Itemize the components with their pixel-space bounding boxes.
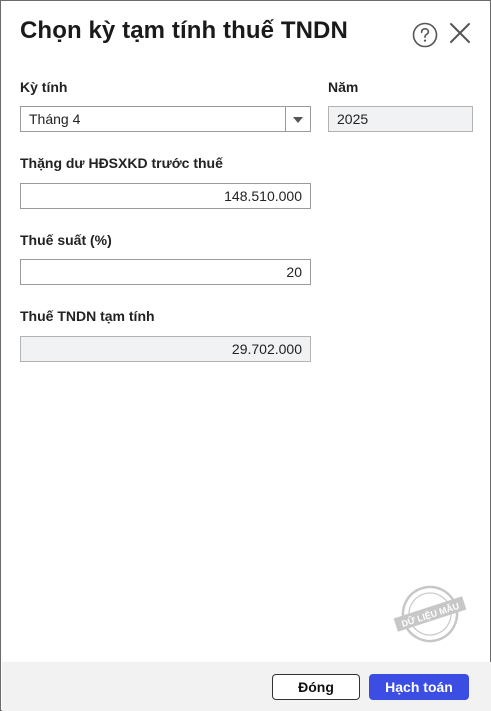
tax-rate-label: Thuế suất (%) bbox=[20, 232, 112, 248]
provisional-tax-label: Thuế TNDN tạm tính bbox=[20, 308, 155, 324]
period-value: Tháng 4 bbox=[29, 111, 81, 127]
sample-data-stamp: DỮ LIỆU MẪU bbox=[393, 585, 467, 643]
surplus-value: 148.510.000 bbox=[224, 188, 302, 204]
provisional-tax-value: 29.702.000 bbox=[231, 341, 302, 357]
dialog-title: Chọn kỳ tạm tính thuế TNDN bbox=[20, 17, 348, 44]
chevron-down-icon[interactable] bbox=[285, 107, 310, 131]
post-button[interactable]: Hạch toán bbox=[369, 674, 469, 700]
close-button[interactable]: Đóng bbox=[272, 674, 360, 700]
tax-period-dialog: Chọn kỳ tạm tính thuế TNDN Kỳ tính Tháng… bbox=[0, 0, 491, 711]
close-icon[interactable] bbox=[449, 22, 471, 44]
provisional-tax-field: 29.702.000 bbox=[20, 336, 311, 362]
year-field: 2025 bbox=[328, 106, 473, 132]
help-circle-icon[interactable] bbox=[412, 22, 438, 48]
surplus-input[interactable]: 148.510.000 bbox=[20, 183, 311, 209]
tax-rate-input[interactable]: 20 bbox=[20, 259, 311, 285]
period-label: Kỳ tính bbox=[20, 79, 68, 95]
tax-rate-value: 20 bbox=[286, 264, 302, 280]
surplus-label: Thặng dư HĐSXKD trước thuế bbox=[20, 155, 223, 171]
period-select[interactable]: Tháng 4 bbox=[20, 106, 311, 132]
year-value: 2025 bbox=[337, 111, 369, 127]
year-label: Năm bbox=[328, 79, 359, 95]
